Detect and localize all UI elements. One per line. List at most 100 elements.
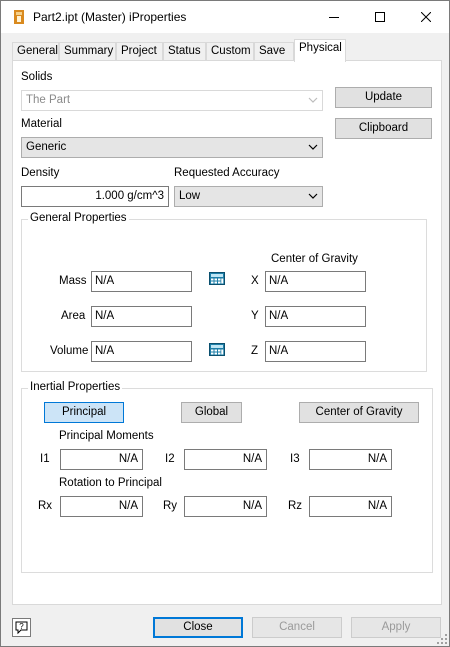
cog-z-field[interactable]: N/A (265, 341, 366, 362)
cog-z-value: N/A (269, 345, 289, 357)
cancel-button-label: Cancel (279, 621, 315, 633)
minimize-button[interactable] (311, 1, 357, 33)
cancel-button[interactable]: Cancel (252, 617, 342, 638)
clipboard-button-label: Clipboard (358, 122, 409, 134)
i1-value: N/A (118, 453, 138, 465)
ry-label: Ry (163, 500, 178, 512)
tab-status[interactable]: Status (163, 42, 206, 61)
i3-field[interactable]: N/A (309, 449, 392, 470)
help-button[interactable]: ? (12, 618, 31, 637)
update-button[interactable]: Update (335, 87, 432, 108)
solids-label: Solids (21, 71, 53, 83)
calculator-icon[interactable] (209, 272, 225, 285)
volume-label: Volume (50, 345, 89, 357)
tab-project[interactable]: Project (116, 42, 163, 61)
close-button[interactable]: Close (153, 617, 243, 638)
clipboard-button[interactable]: Clipboard (335, 118, 432, 139)
close-window-button[interactable] (403, 1, 449, 33)
update-button-label: Update (364, 91, 403, 103)
volume-value: N/A (95, 345, 115, 357)
close-button-label: Close (183, 621, 213, 633)
ry-value: N/A (242, 500, 262, 512)
general-properties-title: General Properties (28, 212, 129, 224)
i3-value: N/A (367, 453, 387, 465)
rz-label: Rz (288, 500, 303, 512)
tab-label: Physical (299, 42, 342, 54)
i2-value: N/A (242, 453, 262, 465)
inertial-properties-title: Inertial Properties (28, 381, 123, 393)
mass-value: N/A (95, 275, 115, 287)
center-of-gravity-button[interactable]: Center of Gravity (299, 402, 419, 423)
tab-general[interactable]: General (12, 42, 59, 61)
solids-dropdown[interactable]: The Part (21, 90, 323, 111)
tab-label: Project (121, 45, 157, 57)
help-icon: ? (15, 621, 28, 635)
z-label: Z (251, 345, 259, 357)
density-label: Density (21, 167, 60, 179)
accuracy-dropdown[interactable]: Low (174, 186, 323, 207)
accuracy-value: Low (179, 190, 201, 202)
general-properties-group: General Properties Center of Gravity Mas… (21, 212, 427, 372)
area-field[interactable]: N/A (91, 306, 192, 327)
resize-grip-icon[interactable] (437, 634, 447, 644)
material-dropdown[interactable]: Generic (21, 137, 323, 158)
material-value: Generic (26, 141, 67, 153)
center-of-gravity-button-label: Center of Gravity (315, 406, 403, 418)
global-button-label: Global (194, 406, 229, 418)
svg-text:?: ? (19, 622, 24, 631)
rz-field[interactable]: N/A (309, 496, 392, 517)
inertial-properties-group: Inertial Properties Principal Global Cen… (21, 381, 433, 573)
i2-field[interactable]: N/A (184, 449, 267, 470)
rx-field[interactable]: N/A (60, 496, 143, 517)
maximize-button[interactable] (357, 1, 403, 33)
i3-label: I3 (290, 453, 300, 465)
physical-panel: Solids The Part Update Material Generic … (12, 60, 442, 605)
tab-label: Custom (211, 45, 251, 57)
tab-custom[interactable]: Custom (206, 42, 254, 61)
principal-moments-title: Principal Moments (59, 430, 154, 442)
rz-value: N/A (367, 500, 387, 512)
cog-y-field[interactable]: N/A (265, 306, 366, 327)
cog-x-value: N/A (269, 275, 289, 287)
tab-label: Summary (64, 45, 114, 57)
tab-physical[interactable]: Physical (294, 39, 346, 62)
calculator-icon[interactable] (209, 343, 225, 356)
density-value: 1.000 g/cm^3 (95, 190, 164, 202)
density-field[interactable]: 1.000 g/cm^3 (21, 186, 169, 207)
i1-field[interactable]: N/A (60, 449, 143, 470)
ry-field[interactable]: N/A (184, 496, 267, 517)
accuracy-label: Requested Accuracy (174, 167, 280, 179)
principal-button[interactable]: Principal (44, 402, 124, 423)
solids-value: The Part (26, 94, 71, 106)
area-value: N/A (95, 310, 115, 322)
tab-label: Status (168, 45, 201, 57)
apply-button-label: Apply (381, 621, 411, 633)
volume-field[interactable]: N/A (91, 341, 192, 362)
material-label: Material (21, 118, 62, 130)
mass-field[interactable]: N/A (91, 271, 192, 292)
principal-button-label: Principal (61, 406, 107, 418)
cog-x-field[interactable]: N/A (265, 271, 366, 292)
chevron-down-icon (308, 193, 318, 199)
mass-label: Mass (59, 275, 87, 287)
tab-label: General (17, 45, 58, 57)
iproperties-dialog: Part2.ipt (Master) iProperties General S… (0, 0, 450, 647)
tab-strip: General Summary Project Status Custom Sa… (1, 39, 449, 62)
close-icon (421, 12, 431, 22)
y-label: Y (251, 310, 259, 322)
x-label: X (251, 275, 259, 287)
tab-save[interactable]: Save (254, 42, 294, 61)
minimize-icon (329, 17, 339, 18)
rotation-to-principal-title: Rotation to Principal (59, 477, 162, 489)
global-button[interactable]: Global (181, 402, 242, 423)
apply-button[interactable]: Apply (351, 617, 441, 638)
chevron-down-icon (308, 144, 318, 150)
inventor-part-icon (14, 10, 24, 24)
rx-label: Rx (38, 500, 53, 512)
cog-y-value: N/A (269, 310, 289, 322)
i1-label: I1 (40, 453, 50, 465)
chevron-down-icon (308, 97, 318, 103)
maximize-icon (375, 12, 385, 22)
tab-summary[interactable]: Summary (59, 42, 116, 61)
i2-label: I2 (165, 453, 175, 465)
